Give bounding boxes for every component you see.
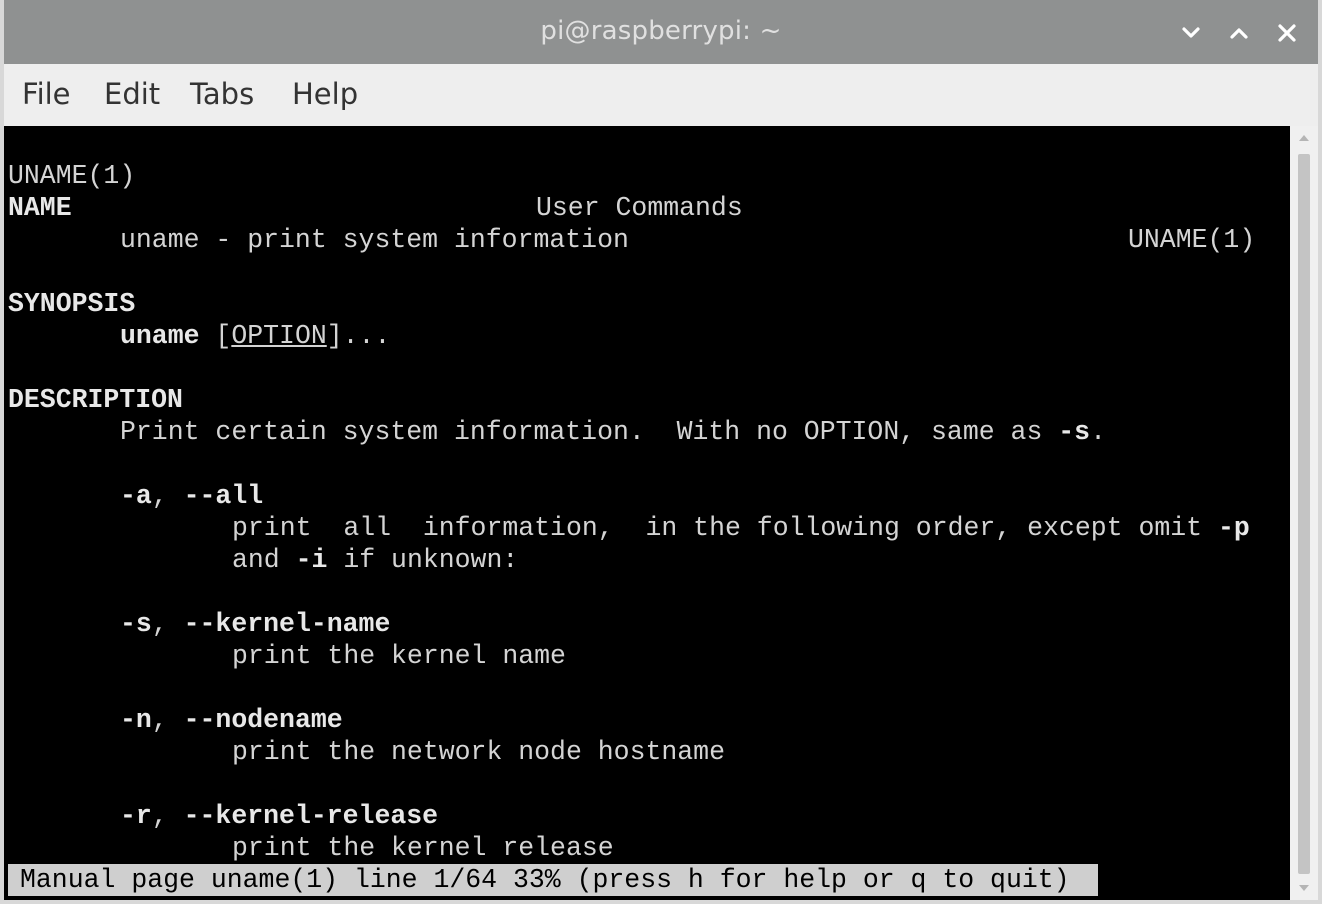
arrow-up-icon xyxy=(1299,135,1309,141)
menu-bar: File Edit Tabs Help xyxy=(4,64,1318,126)
scroll-up-button[interactable] xyxy=(1296,130,1312,146)
opt-r-sep: , xyxy=(151,801,184,831)
menu-tabs[interactable]: Tabs xyxy=(190,77,254,111)
header-right: UNAME(1) xyxy=(1128,225,1256,255)
option-r-heading: -r, --kernel-release xyxy=(120,800,438,832)
opt-n-short: -n xyxy=(120,705,152,735)
desc-end: . xyxy=(1090,417,1106,447)
opt-a-line2-post: if unknown: xyxy=(327,545,519,575)
opt-a-short: -a xyxy=(120,481,152,511)
synopsis-option: OPTION xyxy=(231,321,327,351)
opt-a-sep: , xyxy=(151,481,184,511)
desc-text: Print certain system information. With n… xyxy=(120,417,1059,447)
terminal-window: pi@raspberrypi: ~ File Edit Tabs Help UN… xyxy=(0,0,1322,904)
opt-n-long: --nodename xyxy=(183,705,343,735)
description-line: Print certain system information. With n… xyxy=(120,416,1106,448)
synopsis-close: ]... xyxy=(326,321,391,351)
section-synopsis: SYNOPSIS xyxy=(8,289,136,319)
opt-s-sep: , xyxy=(151,609,184,639)
menu-help[interactable]: Help xyxy=(292,77,358,111)
chevron-down-icon xyxy=(1182,27,1200,38)
pager-status-bar: Manual page uname(1) line 1/64 33% (pres… xyxy=(8,864,1098,896)
opt-n-sep: , xyxy=(151,705,184,735)
arrow-down-icon xyxy=(1299,885,1309,891)
option-n-heading: -n, --nodename xyxy=(120,704,343,736)
header-center: User Commands xyxy=(536,193,743,223)
name-line: uname - print system information xyxy=(120,225,629,255)
scroll-down-button[interactable] xyxy=(1296,880,1312,896)
option-n-desc: print the network node hostname xyxy=(232,737,725,767)
close-button[interactable] xyxy=(1274,20,1300,46)
scroll-thumb[interactable] xyxy=(1298,154,1310,874)
terminal-output[interactable]: UNAME(1) User Commands UNAME(1) NAME una… xyxy=(4,126,1290,900)
synopsis-cmd: uname xyxy=(120,321,200,351)
window-title: pi@raspberrypi: ~ xyxy=(540,16,782,46)
option-s-heading: -s, --kernel-name xyxy=(120,608,390,640)
opt-s-long: --kernel-name xyxy=(183,609,391,639)
section-name: NAME xyxy=(8,193,72,223)
option-a-heading: -a, --all xyxy=(120,480,263,512)
synopsis-line: uname [OPTION]... xyxy=(120,320,390,352)
opt-a-long: --all xyxy=(183,481,264,511)
opt-a-line1-text: print all information, in the following … xyxy=(232,513,1218,543)
opt-a-line1-flag: -p xyxy=(1217,513,1250,543)
opt-a-line2-flag: -i xyxy=(295,545,328,575)
option-s-desc: print the kernel name xyxy=(232,641,566,671)
minimize-button[interactable] xyxy=(1178,20,1204,46)
option-a-desc-1: print all information, in the following … xyxy=(232,512,1250,544)
menu-edit[interactable]: Edit xyxy=(104,77,160,111)
man-header: UNAME(1) User Commands UNAME(1) xyxy=(8,128,1258,255)
title-bar[interactable]: pi@raspberrypi: ~ xyxy=(4,0,1318,64)
section-description: DESCRIPTION xyxy=(8,385,183,415)
header-left: UNAME(1) xyxy=(8,161,136,191)
synopsis-open: [ xyxy=(199,321,232,351)
opt-a-line2-pre: and xyxy=(232,545,296,575)
option-r-desc: print the kernel release xyxy=(232,833,614,863)
desc-flag: -s xyxy=(1058,417,1091,447)
vertical-scrollbar[interactable] xyxy=(1290,126,1318,900)
opt-s-short: -s xyxy=(120,609,152,639)
maximize-button[interactable] xyxy=(1226,20,1252,46)
menu-file[interactable]: File xyxy=(22,77,71,111)
opt-r-short: -r xyxy=(120,801,152,831)
opt-r-long: --kernel-release xyxy=(183,801,439,831)
option-a-desc-2: and -i if unknown: xyxy=(232,544,518,576)
close-icon xyxy=(1278,24,1296,42)
chevron-up-icon xyxy=(1230,28,1248,39)
